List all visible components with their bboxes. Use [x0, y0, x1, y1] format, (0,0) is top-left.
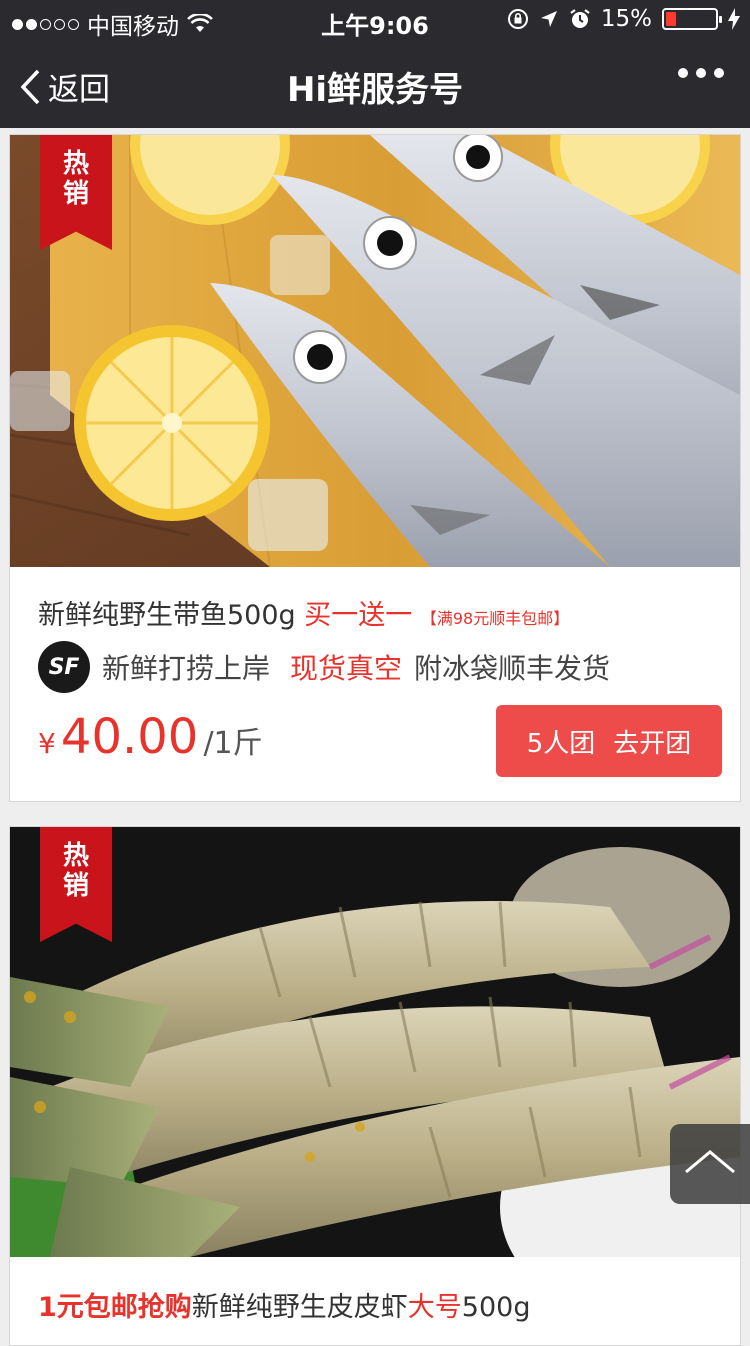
- charging-bolt-icon: [728, 8, 740, 30]
- shipping-note: 【满98元顺丰包邮】: [420, 609, 570, 628]
- scroll-top-button[interactable]: [670, 1124, 750, 1204]
- product-name: 新鲜纯野生皮皮虾: [191, 1292, 408, 1323]
- page-title: Hi鲜服务号: [286, 70, 464, 110]
- price: ¥ 40.00 /1斤: [38, 709, 263, 765]
- weight-label: 500g: [461, 1292, 531, 1323]
- product-image-shrimp: 热 销: [10, 827, 740, 1257]
- product-title: 1元包邮抢购新鲜纯野生皮皮虾大号500g: [38, 1285, 530, 1324]
- product-card[interactable]: 热 销 新鲜纯野生带鱼500g 买一送一 【满98元顺丰包邮】 SF 新鲜打捞上…: [9, 134, 741, 802]
- battery-icon: [662, 8, 722, 30]
- product-title: 新鲜纯野生带鱼500g 买一送一 【满98元顺丰包邮】: [38, 593, 569, 632]
- location-arrow-icon: [540, 11, 557, 27]
- start-group-button[interactable]: 5人团 去开团: [496, 705, 722, 777]
- battery-percent: 15%: [600, 6, 652, 32]
- sub-highlight: 现货真空: [290, 652, 403, 685]
- promo-label: 买一送一: [304, 600, 413, 631]
- rotation-lock-icon: [507, 9, 528, 29]
- currency-symbol: ¥: [38, 727, 56, 760]
- product-name: 新鲜纯野生带鱼500g: [38, 600, 296, 631]
- price-unit: /1斤: [203, 726, 263, 761]
- scroll-top-icon: [685, 1150, 735, 1174]
- size-label: 大号: [407, 1292, 462, 1323]
- sub-text-2: 附冰袋顺丰发货: [414, 652, 611, 685]
- sf-express-logo: SF: [38, 641, 90, 693]
- sub-text: 新鲜打捞上岸: [102, 652, 271, 685]
- price-amount: 40.00: [60, 709, 199, 765]
- product-image-fish: 热 销: [10, 135, 740, 567]
- alarm-icon: [570, 9, 590, 28]
- group-action-label: 去开团: [613, 728, 692, 759]
- product-card[interactable]: 热 销 1元包邮抢购新鲜纯野生皮皮虾大号500g: [9, 826, 741, 1346]
- nav-bar: 返回 Hi鲜服务号: [0, 40, 750, 128]
- more-icon[interactable]: [678, 68, 724, 78]
- promo-prefix: 1元包邮抢购: [38, 1292, 192, 1323]
- product-subtitle: SF 新鲜打捞上岸 现货真空 附冰袋顺丰发货: [38, 641, 610, 693]
- status-bar: 中国移动 上午9:06 15%: [0, 0, 750, 40]
- status-right: 15%: [507, 6, 740, 32]
- group-size-label: 5人团: [526, 728, 596, 759]
